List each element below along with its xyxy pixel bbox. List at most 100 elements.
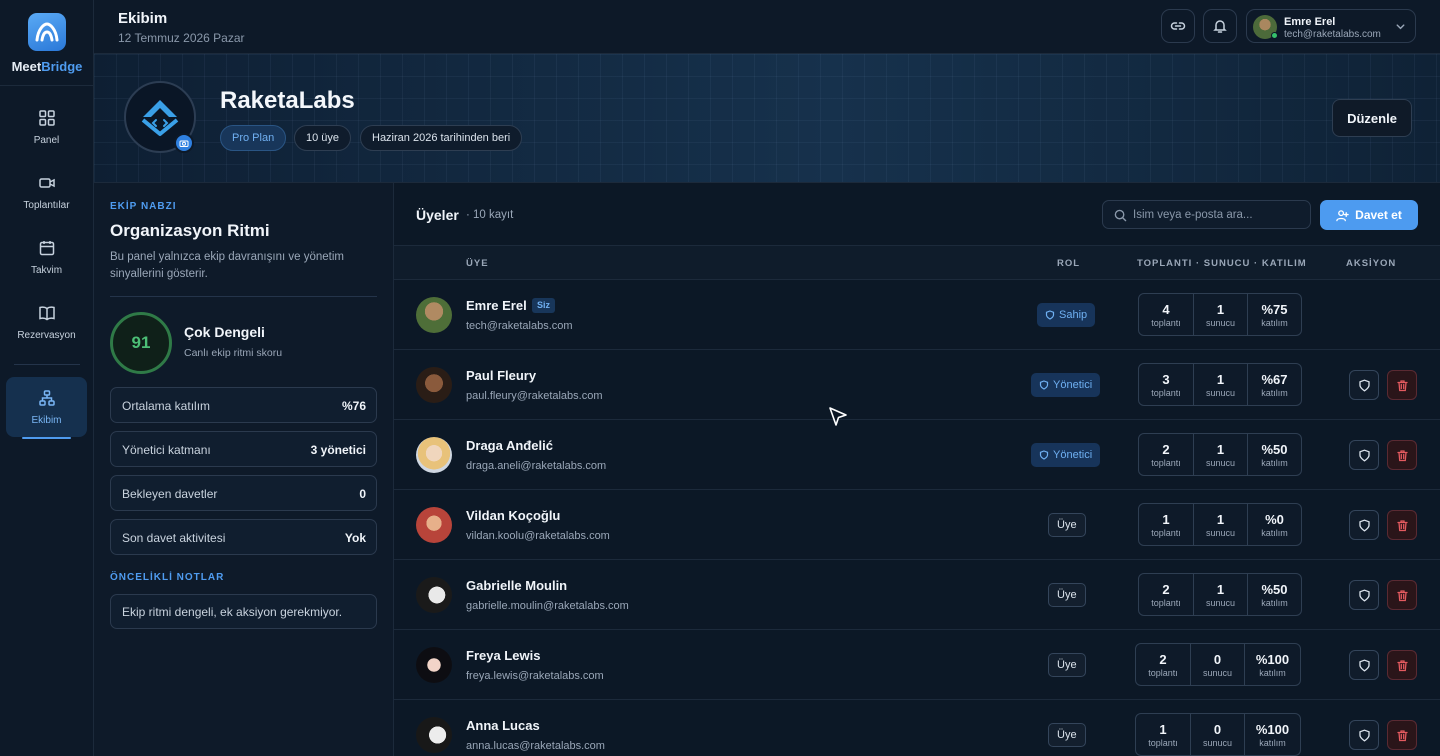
table-header: ÜYE ROL TOPLANTI · SUNUCU · KATILIM AKSİ… bbox=[394, 245, 1440, 280]
since-badge: Haziran 2026 tarihinden beri bbox=[360, 125, 523, 151]
trash-icon bbox=[1396, 729, 1408, 741]
priority-note: Ekip ritmi dengeli, ek aksiyon gerekmiyo… bbox=[110, 594, 377, 629]
table-row[interactable]: Vildan Koçoğlu vildan.koolu@raketalabs.c… bbox=[394, 490, 1440, 560]
column-header-stats: TOPLANTI · SUNUCU · KATILIM bbox=[1137, 258, 1307, 269]
edit-button[interactable]: Düzenle bbox=[1332, 99, 1412, 137]
stat-value: Yok bbox=[344, 531, 366, 545]
shield-icon bbox=[1039, 380, 1049, 390]
score-ring: 91 bbox=[110, 312, 172, 374]
table-row[interactable]: Emre Erel Siz tech@raketalabs.com Sahip … bbox=[394, 280, 1440, 350]
stat-host: 1 sunucu bbox=[1193, 574, 1247, 615]
sidebar-divider bbox=[14, 364, 80, 365]
online-status-dot bbox=[1271, 32, 1278, 39]
change-role-button[interactable] bbox=[1349, 650, 1379, 680]
grid-icon bbox=[38, 109, 55, 126]
change-role-button[interactable] bbox=[1349, 370, 1379, 400]
page-date: 12 Temmuz 2026 Pazar bbox=[118, 31, 245, 45]
stat-attendance: %0 katılım bbox=[1247, 504, 1301, 545]
member-stats: 4 toplantı 1 sunucu %75 katılım bbox=[1138, 293, 1302, 336]
change-role-button[interactable] bbox=[1349, 720, 1379, 750]
change-role-button[interactable] bbox=[1349, 580, 1379, 610]
shield-icon bbox=[1358, 519, 1370, 532]
change-role-button[interactable] bbox=[1349, 510, 1379, 540]
user-menu[interactable]: Emre Erel tech@raketalabs.com bbox=[1246, 9, 1416, 43]
trash-icon bbox=[1396, 659, 1408, 671]
sidebar-item-rezervasyon[interactable]: Rezervasyon bbox=[6, 292, 87, 352]
members-count: · 10 kayıt bbox=[466, 209, 514, 221]
remove-member-button[interactable] bbox=[1387, 720, 1417, 750]
member-stats: 1 toplantı 0 sunucu %100 katılım bbox=[1135, 713, 1301, 756]
stat-pending-invites: Bekleyen davetler 0 bbox=[110, 475, 377, 511]
role-badge: Yönetici bbox=[1031, 373, 1101, 397]
sidebar-item-label: Ekibim bbox=[31, 414, 62, 426]
avatar bbox=[416, 297, 452, 333]
stat-attendance: %67 katılım bbox=[1247, 364, 1301, 405]
chevron-down-icon bbox=[1396, 24, 1405, 30]
page-title: Ekibim bbox=[118, 10, 168, 27]
app-name: MeetBridge bbox=[11, 59, 83, 74]
notifications-button[interactable] bbox=[1203, 9, 1237, 43]
invite-label: Davet et bbox=[1355, 208, 1402, 222]
stat-meetings: 3 toplantı bbox=[1151, 371, 1181, 398]
member-name: Emre Erel bbox=[466, 298, 527, 313]
stat-attendance: %100 katılım bbox=[1244, 644, 1300, 685]
remove-member-button[interactable] bbox=[1387, 370, 1417, 400]
stat-label: Son davet aktivitesi bbox=[122, 531, 226, 545]
sidebar-item-panel[interactable]: Panel bbox=[6, 97, 87, 157]
remove-member-button[interactable] bbox=[1387, 580, 1417, 610]
change-role-button[interactable] bbox=[1349, 440, 1379, 470]
trash-icon bbox=[1396, 589, 1408, 601]
table-row[interactable]: Freya Lewis freya.lewis@raketalabs.com Ü… bbox=[394, 630, 1440, 700]
stat-meetings: 2 toplantı bbox=[1151, 581, 1181, 608]
table-row[interactable]: Draga Anđelić draga.aneli@raketalabs.com… bbox=[394, 420, 1440, 490]
change-logo-button[interactable] bbox=[174, 133, 194, 153]
shield-icon bbox=[1358, 729, 1370, 742]
sidebar-item-toplantilar[interactable]: Toplantılar bbox=[6, 162, 87, 222]
role-label: Sahip bbox=[1059, 309, 1088, 321]
sidebar-item-takvim[interactable]: Takvim bbox=[6, 227, 87, 287]
trash-icon bbox=[1396, 379, 1408, 391]
stat-host: 1 sunucu bbox=[1193, 434, 1247, 475]
sidebar-item-label: Rezervasyon bbox=[17, 329, 76, 341]
stat-meetings: 2 toplantı bbox=[1151, 441, 1181, 468]
divider bbox=[110, 296, 377, 297]
notes-title: ÖNCELİKLİ NOTLAR bbox=[110, 572, 225, 583]
remove-member-button[interactable] bbox=[1387, 650, 1417, 680]
column-header-role: ROL bbox=[1057, 258, 1081, 269]
copy-link-button[interactable] bbox=[1161, 9, 1195, 43]
table-row[interactable]: Anna Lucas anna.lucas@raketalabs.com Üye… bbox=[394, 700, 1440, 756]
role-label: Yönetici bbox=[1053, 379, 1093, 391]
bell-icon bbox=[1213, 20, 1227, 33]
member-name: Gabrielle Moulin bbox=[466, 578, 568, 593]
table-row[interactable]: Paul Fleury paul.fleury@raketalabs.com Y… bbox=[394, 350, 1440, 420]
stat-last-invite: Son davet aktivitesi Yok bbox=[110, 519, 377, 555]
calendar-icon bbox=[39, 240, 54, 255]
avatar bbox=[416, 507, 452, 543]
member-email: tech@raketalabs.com bbox=[466, 320, 573, 332]
active-indicator bbox=[22, 437, 71, 439]
invite-button[interactable]: Davet et bbox=[1320, 200, 1418, 230]
user-email: tech@raketalabs.com bbox=[1284, 29, 1381, 40]
avatar bbox=[416, 437, 452, 473]
member-stats: 2 toplantı 1 sunucu %50 katılım bbox=[1138, 433, 1302, 476]
table-row[interactable]: Gabrielle Moulin gabrielle.moulin@raketa… bbox=[394, 560, 1440, 630]
member-stats: 2 toplantı 0 sunucu %100 katılım bbox=[1135, 643, 1301, 686]
member-stats: 3 toplantı 1 sunucu %67 katılım bbox=[1138, 363, 1302, 406]
stat-meetings: 1 toplantı bbox=[1148, 721, 1178, 748]
shield-icon bbox=[1358, 589, 1370, 602]
member-email: paul.fleury@raketalabs.com bbox=[466, 390, 603, 402]
sidebar-item-ekibim[interactable]: Ekibim bbox=[6, 377, 87, 439]
logo[interactable]: MeetBridge bbox=[0, 0, 94, 86]
stat-label: Yönetici katmanı bbox=[122, 443, 211, 457]
stat-attendance: %75 katılım bbox=[1247, 294, 1301, 335]
org-name: RaketaLabs bbox=[220, 87, 355, 114]
search-field[interactable] bbox=[1102, 200, 1311, 229]
stat-value: %76 bbox=[341, 399, 366, 413]
pulse-eyebrow: EKİP NABZI bbox=[110, 201, 177, 212]
stat-meetings: 2 toplantı bbox=[1148, 651, 1178, 678]
remove-member-button[interactable] bbox=[1387, 440, 1417, 470]
remove-member-button[interactable] bbox=[1387, 510, 1417, 540]
search-input[interactable] bbox=[1133, 201, 1303, 228]
member-name: Freya Lewis bbox=[466, 648, 541, 663]
stat-label: Ortalama katılım bbox=[122, 399, 211, 413]
